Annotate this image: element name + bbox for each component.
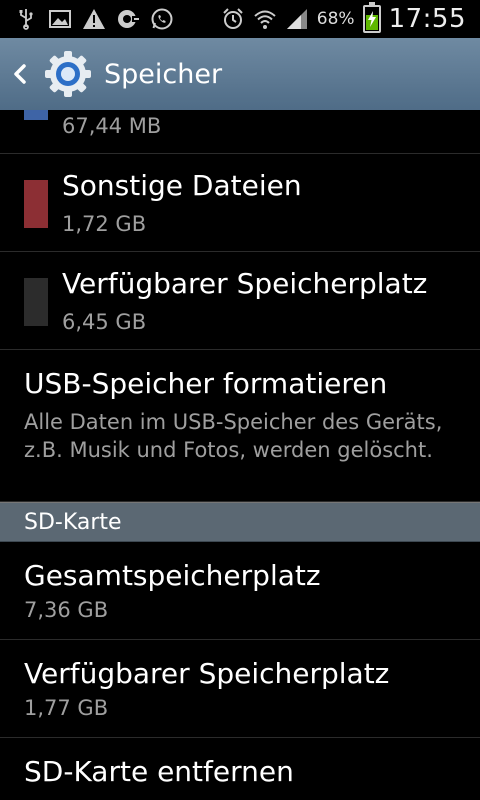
item-size: 7,36 GB (24, 598, 109, 622)
system-icons: 68% 17:55 (221, 2, 480, 34)
usb-icon (14, 7, 38, 31)
list-item-available-space[interactable]: Verfügbarer Speicherplatz 6,45 GB (0, 252, 480, 350)
item-description: Alle Daten im USB-Speicher des Geräts, z… (24, 410, 443, 462)
color-swatch (24, 110, 48, 120)
back-button[interactable] (0, 38, 40, 110)
item-size: 6,45 GB (62, 310, 147, 334)
list-item-format-usb-storage[interactable]: USB-Speicher formatieren Alle Daten im U… (0, 350, 480, 502)
item-title: Sonstige Dateien (62, 169, 302, 202)
page-title: Speicher (104, 58, 223, 90)
signal-icon (285, 7, 309, 31)
chevron-left-icon (14, 64, 26, 84)
battery-icon (362, 2, 381, 33)
list-item-total-space[interactable]: Gesamtspeicherplatz 7,36 GB (0, 542, 480, 640)
list-item-other-files[interactable]: Sonstige Dateien 1,72 GB (0, 154, 480, 252)
notification-icons (0, 7, 174, 31)
list-item-storage-category[interactable]: 67,44 MB (0, 110, 480, 154)
voicemail-icon (116, 7, 140, 31)
action-bar: Speicher (0, 38, 480, 110)
clock: 17:55 (388, 4, 466, 34)
gear-icon[interactable] (40, 46, 96, 102)
item-title: SD-Karte entfernen (24, 755, 294, 788)
warning-icon (82, 7, 106, 31)
storage-list: 67,44 MB Sonstige Dateien 1,72 GB Verfüg… (0, 110, 480, 800)
alarm-icon (221, 7, 245, 31)
wifi-icon (253, 7, 277, 31)
list-item-unmount-sd-card[interactable]: SD-Karte entfernen (0, 738, 480, 800)
color-swatch (24, 278, 48, 326)
item-title: Verfügbarer Speicherplatz (62, 267, 428, 300)
list-item-sd-available-space[interactable]: Verfügbarer Speicherplatz 1,77 GB (0, 640, 480, 738)
section-header-sd-card: SD-Karte (0, 502, 480, 542)
color-swatch (24, 180, 48, 228)
battery-percent: 68% (316, 9, 355, 29)
image-icon (48, 7, 72, 31)
item-size: 1,77 GB (24, 696, 109, 720)
item-title: Gesamtspeicherplatz (24, 559, 321, 592)
section-title: SD-Karte (24, 509, 122, 535)
item-title: USB-Speicher formatieren (24, 367, 388, 400)
item-title: Verfügbarer Speicherplatz (24, 657, 390, 690)
whatsapp-icon (150, 7, 174, 31)
item-size: 1,72 GB (62, 212, 147, 236)
item-size: 67,44 MB (62, 114, 162, 138)
status-bar: 68% 17:55 (0, 0, 480, 38)
